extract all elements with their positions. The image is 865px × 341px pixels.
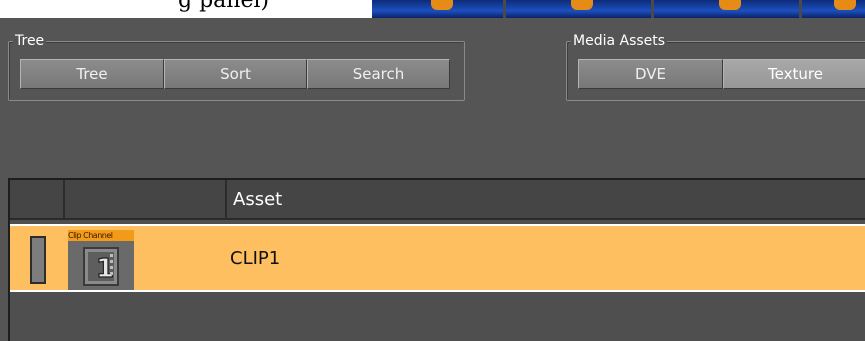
dve-button-label: DVE <box>634 65 667 83</box>
thumbnail[interactable] <box>654 0 802 18</box>
asset-table: Asset Clip Channel 1 CLIP1 <box>8 178 865 341</box>
clip-thumbnail: Clip Channel 1 <box>68 230 134 290</box>
asset-column-label: Asset <box>233 188 283 210</box>
table-header: Asset <box>10 180 865 220</box>
search-button[interactable]: Search <box>307 59 450 89</box>
texture-button-label: Texture <box>768 65 823 83</box>
search-button-label: Search <box>352 65 405 83</box>
media-assets-group: Media Assets DVE Texture <box>566 32 865 101</box>
row-drag-handle[interactable] <box>30 236 46 284</box>
dve-button[interactable]: DVE <box>578 59 723 89</box>
thumbnail[interactable] <box>372 0 506 18</box>
thumbnail[interactable] <box>506 0 654 18</box>
clip-thumbnail-label: Clip Channel <box>68 230 134 241</box>
top-caption-strip: g panel) <box>0 0 372 18</box>
clip-channel-1-icon: 1 <box>68 241 134 290</box>
tree-button-label: Tree <box>76 65 108 83</box>
column-header-thumbnail[interactable] <box>65 180 227 218</box>
tree-button[interactable]: Tree <box>20 59 164 89</box>
thumbnail-strip <box>372 0 865 18</box>
media-assets-window: g panel) Tree Tree Sort Search Media Ass… <box>0 0 865 341</box>
caption-text: g panel) <box>178 0 270 13</box>
tree-group-title: Tree <box>13 32 47 50</box>
table-row[interactable]: Clip Channel 1 CLIP1 <box>10 224 865 292</box>
sort-button-label: Sort <box>220 65 251 83</box>
texture-button[interactable]: Texture <box>723 59 865 89</box>
sort-button[interactable]: Sort <box>164 59 307 89</box>
tree-group: Tree Tree Sort Search <box>8 32 465 101</box>
thumbnail[interactable] <box>802 0 865 18</box>
media-assets-group-title: Media Assets <box>571 32 668 50</box>
row-asset-name: CLIP1 <box>230 247 281 269</box>
column-header-asset[interactable]: Asset <box>227 180 865 218</box>
column-header-handle[interactable] <box>10 180 65 218</box>
